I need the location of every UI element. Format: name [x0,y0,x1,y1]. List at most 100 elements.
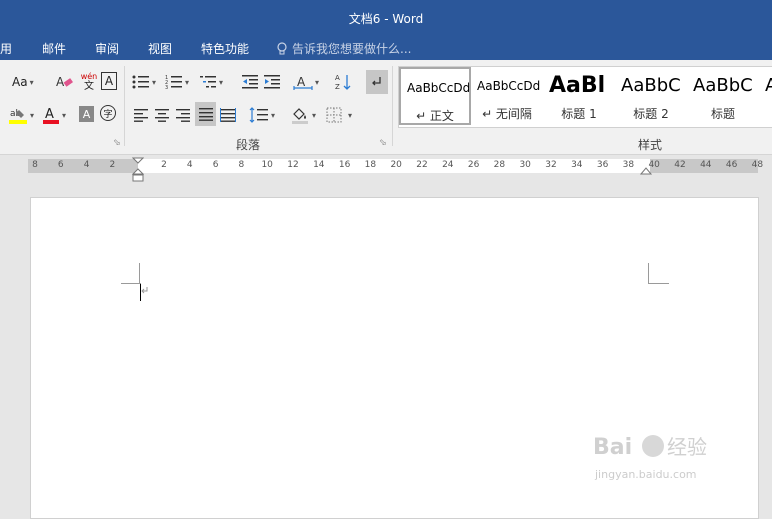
font-color-button[interactable]: A ▾ [42,104,66,126]
lightbulb-icon [277,41,287,54]
tell-me-box[interactable]: 告诉我您想要做什么... [276,40,411,57]
eraser-icon: A [56,75,73,89]
decrease-indent-button[interactable] [240,72,260,92]
paragraph-mark-icon [372,77,381,86]
ruler-tick-label: 44 [700,160,712,170]
crop-mark-top-right-h [648,283,669,284]
justify-button[interactable] [195,102,216,126]
style-heading-2[interactable]: AaBbC 标题 2 [615,67,687,125]
ruler-tick-label: 4 [83,160,90,170]
borders-icon [326,107,342,123]
ruler-tick-label: 10 [261,160,273,170]
highlight-color-button[interactable]: ab ▾ [8,104,34,126]
style-label: ↵ 正文 [416,109,454,123]
change-case-button[interactable]: Aa ▾ [12,72,34,92]
character-scaling-icon: A [293,75,313,90]
tab-use[interactable]: 用 [0,40,12,57]
ruler-tick-label: 2 [109,160,116,170]
svg-text:Bai: Bai [593,435,632,460]
character-shading-button[interactable]: A [79,106,94,122]
font-color-icon: A [43,107,59,124]
horizontal-ruler[interactable]: 8 6 4 2 2 4 6 8 10 12 14 16 18 20 22 24 26 28 30 32 34 36 38 40… [28,157,763,182]
shading-button[interactable]: ▾ [290,104,316,126]
font-dialog-launcher-icon[interactable]: ⬂ [113,138,121,148]
style-heading-1[interactable]: AaBl 标题 1 [543,67,615,125]
tab-review[interactable]: 审阅 [95,40,119,57]
ruler-area: 8 6 4 2 2 4 6 8 10 12 14 16 18 20 22 24 26 28 30 32 34 36 38 40… [0,155,772,182]
crop-mark-top-left-h [121,283,141,284]
tab-special-features[interactable]: 特色功能 [201,40,249,57]
numbering-button[interactable]: 123 ▾ [165,72,189,92]
right-indent-marker-icon[interactable] [640,165,652,175]
increase-indent-icon [264,75,280,89]
ruler-tick-label: 32 [545,160,557,170]
ruler-tick-label: 26 [467,160,480,170]
style-sample: A [765,75,772,96]
ruler-tick-label: 30 [519,160,531,170]
style-label: 标题 [710,107,735,121]
styles-group-label: 样式 [638,138,663,152]
ruler-tick-label: 8 [238,160,245,170]
multilevel-list-icon [200,76,216,88]
line-spacing-button[interactable]: ▾ [249,104,275,126]
bullets-icon [132,75,149,89]
phonetic-guide-button[interactable]: wén 文 [80,70,98,94]
enclose-characters-button[interactable]: 字 [100,105,116,121]
distributed-button[interactable] [219,104,237,126]
ruler-tick-label: 6 [212,160,219,170]
ruler-tick-label: 48 [751,160,764,170]
crop-mark-top-left-v [139,263,140,284]
style-normal[interactable]: AaBbCcDd ↵ 正文 [399,67,471,125]
ruler-tick-label: 14 [313,160,325,170]
character-border-button[interactable]: A [101,72,117,90]
align-center-icon [155,109,169,122]
style-sample: AaBl [549,73,606,98]
align-left-icon [134,109,148,122]
baidu-logo-icon: Bai 经验 [593,435,707,460]
align-right-button[interactable] [174,104,192,126]
style-title[interactable]: AaBbC 标题 [687,67,759,125]
baidu-jingyan-watermark: Bai 经验 jingyan.baidu.com [591,428,761,488]
style-label: ↵ 无间隔 [482,107,532,121]
highlighter-icon: ab [9,109,27,124]
bullets-button[interactable]: ▾ [132,72,156,92]
character-border-label: A [104,74,114,88]
multilevel-list-button[interactable]: ▾ [199,72,223,92]
ruler-tick-label: 36 [596,160,609,170]
paragraph-group-label: 段落 [236,138,261,152]
align-left-button[interactable] [132,104,150,126]
paint-bucket-icon [292,108,308,124]
ruler-tick-label: 12 [287,160,299,170]
indent-marker-icon[interactable] [132,157,144,183]
ruler-tick-label: 38 [622,160,635,170]
tab-view[interactable]: 视图 [148,40,172,57]
paragraph-dialog-launcher-icon[interactable]: ⬂ [379,138,387,148]
sort-icon: AZ [335,74,351,91]
style-label: 标题 2 [633,107,669,121]
align-center-button[interactable] [153,104,171,126]
style-sample: AaBbCcDd [407,81,471,95]
increase-indent-button[interactable] [262,72,282,92]
paragraph-mark-icon [141,287,148,294]
separator [124,66,125,146]
document-page[interactable]: Bai 经验 jingyan.baidu.com [30,197,759,519]
enclose-characters-label: 字 [103,109,113,120]
change-case-label: Aa [12,75,28,89]
sort-button[interactable]: AZ [334,72,354,92]
tab-mailings[interactable]: 邮件 [42,40,66,57]
svg-text:经验: 经验 [667,435,707,459]
ruler-tick-label: 28 [493,160,506,170]
ruler-tick-label: 20 [390,160,402,170]
crop-mark-top-right-v [648,263,649,284]
svg-text:A: A [45,107,54,122]
show-hide-marks-button[interactable] [366,70,388,94]
borders-button[interactable]: ▾ [326,104,352,126]
clear-formatting-button[interactable]: A [54,72,76,92]
character-scaling-button[interactable]: A ▾ [293,72,319,92]
phonetic-bottom: 文 [84,81,94,92]
ruler-tick-label: 22 [416,160,428,170]
style-more[interactable]: A [759,67,772,125]
ruler-tick-label: 16 [338,160,351,170]
style-no-spacing[interactable]: AaBbCcDd ↵ 无间隔 [471,67,543,125]
ribbon-home: Aa ▾ A wén 文 A ab ▾ A ▾ A 字 ⬂ ▾ 1 2 3 ▾ … [0,60,772,155]
